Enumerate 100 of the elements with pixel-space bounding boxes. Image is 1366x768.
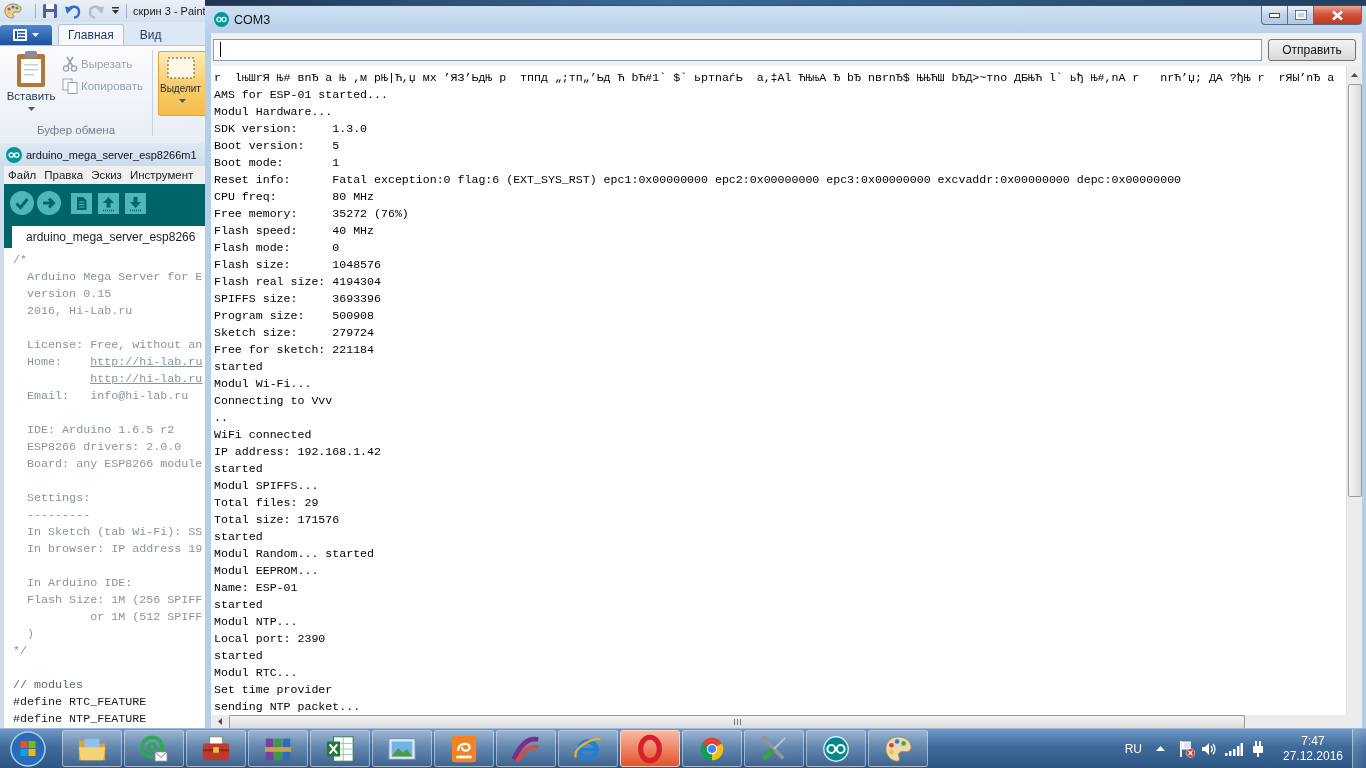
up-arrow-icon xyxy=(1351,72,1358,77)
email-icon xyxy=(139,733,169,764)
output-line: started xyxy=(214,647,263,664)
window-title: arduino_mega_server_esp8266m1 xyxy=(26,148,197,161)
menu-item[interactable]: Файл xyxy=(8,169,37,181)
menu-item[interactable]: Эскиз xyxy=(91,169,122,181)
infinity-logo-icon xyxy=(6,146,22,163)
send-button[interactable]: Отправить xyxy=(1268,38,1356,61)
app-menu-button[interactable] xyxy=(0,25,52,45)
code-line: In Arduino IDE: xyxy=(27,576,133,590)
output-line: AMS for ESP-01 started... xyxy=(214,86,388,103)
output-line: CPU freq: 80 MHz xyxy=(214,188,375,205)
output-line: Total files: 29 xyxy=(214,494,319,511)
code-line: */ xyxy=(13,644,28,658)
clock-date[interactable]: 27.12.2016 xyxy=(1282,748,1344,764)
output-line: Flash size: 1048576 xyxy=(214,256,381,273)
arrow-circle-icon[interactable] xyxy=(37,191,61,215)
output-line: Modul Random... started xyxy=(214,545,375,562)
output-line: Boot mode: 1 xyxy=(214,154,340,171)
output-line: Free memory: 35272 (76%) xyxy=(214,205,409,222)
dashed-rectangle-icon xyxy=(167,57,195,79)
output-line: Set time provider xyxy=(214,681,333,698)
code-line: --------- xyxy=(27,508,91,522)
infinity-logo-icon xyxy=(214,12,229,27)
ring-logo-icon xyxy=(635,733,665,764)
copy-icon xyxy=(62,78,78,94)
output-line: Modul EEPROM... xyxy=(214,562,319,579)
palette-icon xyxy=(883,733,913,764)
save-icon[interactable] xyxy=(42,3,58,19)
spreadsheet-icon xyxy=(325,733,355,764)
output-line: Boot version: 5 xyxy=(214,137,340,154)
caret-icon xyxy=(32,33,39,37)
clock-time[interactable]: 7:47 xyxy=(1301,733,1325,749)
output-line: Reset info: Fatal exception:0 flag:6 (EXT_SYS_RST) epc1:0x00000000 epc2:0x00000000 epc3:0x00000000 excvaddr:0x00000000 depc:0x00000000 xyxy=(214,171,1182,188)
output-line: started xyxy=(214,358,263,375)
code-line: Flash Size: 1M (256 SPIFF xyxy=(27,593,203,607)
output-line: started xyxy=(214,596,263,613)
close-button[interactable] xyxy=(1314,6,1362,25)
left-arrow-icon xyxy=(217,718,222,725)
output-line: SPIFFS size: 3693396 xyxy=(214,290,381,307)
code-line: Board: any ESP8266 module xyxy=(27,457,203,471)
document-icon xyxy=(13,29,27,41)
code-line: ESP8266 drivers: 2.0.0 xyxy=(27,440,182,454)
output-line: started xyxy=(214,528,263,545)
menu-item[interactable]: Правка xyxy=(44,169,84,181)
menu-item[interactable]: Инструмент xyxy=(129,169,194,181)
output-line: Modul Hardware... xyxy=(214,103,333,120)
code-line: version 0.15 xyxy=(27,287,112,301)
document-icon[interactable] xyxy=(71,192,92,214)
code-line: Home: xyxy=(27,355,63,369)
output-line: WiFi connected xyxy=(214,426,312,443)
select-button[interactable]: Выделит xyxy=(158,51,205,116)
code-line: Arduino Mega Server for E xyxy=(27,270,203,284)
caret-up-icon[interactable] xyxy=(1156,746,1165,751)
flag-error-icon[interactable] xyxy=(1179,739,1195,758)
output-line: sending NTP packet... xyxy=(214,698,361,715)
signal-bars-icon[interactable] xyxy=(1225,741,1243,756)
text-cursor-icon xyxy=(220,42,221,57)
ribbon-tab[interactable]: Главная xyxy=(58,24,124,45)
output-line: Modul SPIFFS... xyxy=(214,477,319,494)
output-line: Flash mode: 0 xyxy=(214,239,340,256)
language-indicator[interactable]: RU xyxy=(1124,741,1142,756)
maximize-icon xyxy=(1294,10,1307,20)
grip-icon xyxy=(733,719,741,725)
ribbon-tab[interactable]: Вид xyxy=(129,24,172,45)
input-field[interactable] xyxy=(213,38,1262,61)
code-line: License: Free, without an xyxy=(27,338,203,352)
output-line: Modul NTP... xyxy=(214,613,298,630)
output-line: Free for sketch: 221184 xyxy=(214,341,375,358)
show-desktop-button[interactable] xyxy=(1352,729,1366,768)
group-label: Буфер обмена xyxy=(36,123,116,137)
code-line: #define RTC_FEATURE xyxy=(13,695,147,709)
file-tab[interactable]: arduino_mega_server_esp8266 xyxy=(12,226,205,248)
code-line: Email: info@hi-lab.ru xyxy=(27,389,189,403)
palette-icon[interactable] xyxy=(4,3,22,19)
minimize-button[interactable] xyxy=(1261,6,1288,25)
output-line: Program size: 500908 xyxy=(214,307,375,324)
undo-icon[interactable] xyxy=(65,3,81,19)
infinity-logo-icon xyxy=(821,733,851,764)
output-line: IP address: 192.168.1.42 xyxy=(214,443,381,460)
code-line: Settings: xyxy=(27,491,91,505)
window-title: COM3 xyxy=(234,12,271,27)
output-line: Modul Wi-Fi... xyxy=(214,375,312,392)
scroll-thumb[interactable] xyxy=(1347,84,1362,497)
code-line: 2016, Hi-Lab.ru xyxy=(27,304,133,318)
output-line: Connecting to Vvv xyxy=(214,392,333,409)
maximize-button[interactable] xyxy=(1288,6,1314,25)
scissors-icon xyxy=(62,56,78,72)
vertical-scrollbar[interactable] xyxy=(1346,66,1362,715)
dropdown-caret-icon[interactable] xyxy=(111,7,120,15)
paste-button[interactable]: Вставить xyxy=(4,48,58,120)
power-plug-icon[interactable] xyxy=(1251,740,1265,757)
flag-orb-icon xyxy=(10,730,46,767)
check-circle-icon[interactable] xyxy=(10,191,34,215)
output-line: Name: ESP-01 xyxy=(214,579,298,596)
output-line: SDK version: 1.3.0 xyxy=(214,120,368,137)
taskbar-button[interactable] xyxy=(620,730,680,767)
code-line: In Sketch (tab Wi-Fi): SS xyxy=(27,525,203,539)
code-line: // modules xyxy=(13,678,84,692)
output-line: Total size: 171576 xyxy=(214,511,340,528)
